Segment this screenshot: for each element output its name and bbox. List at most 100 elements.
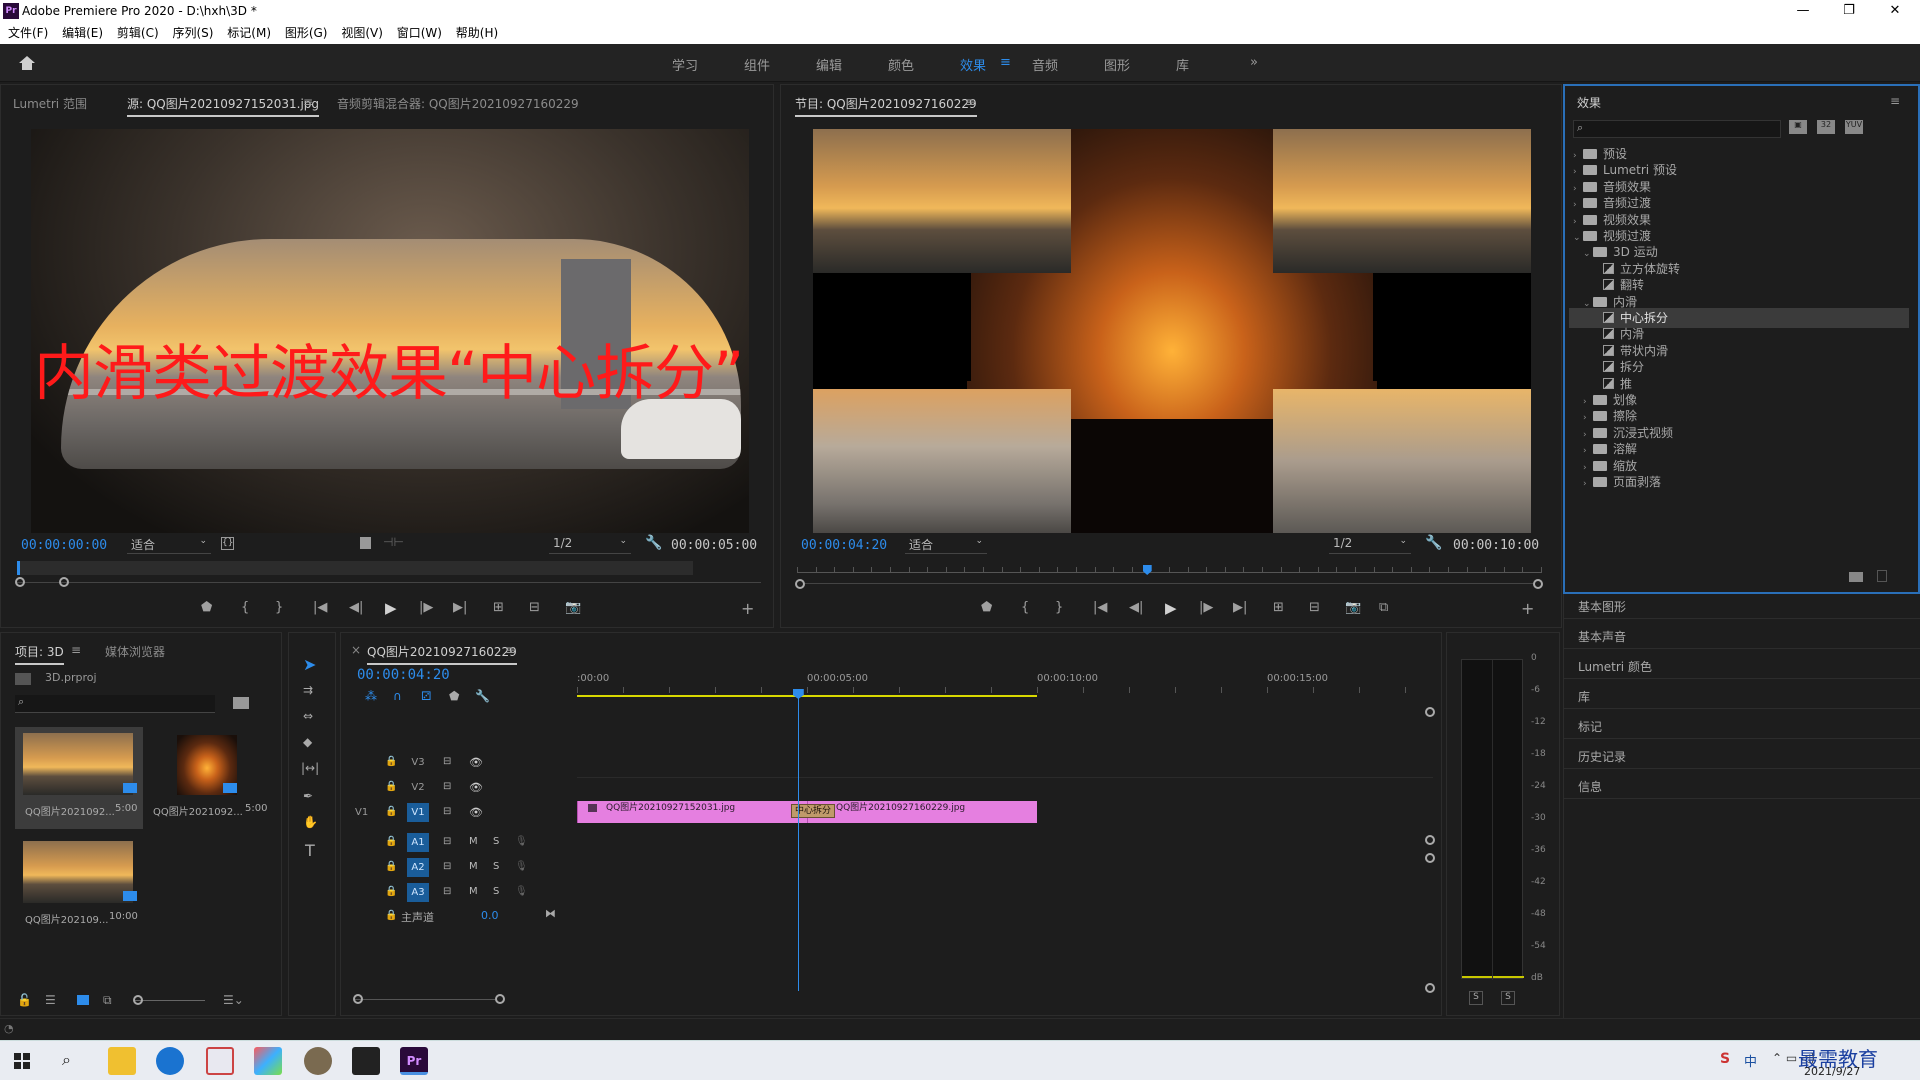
type-tool-icon[interactable]: T	[305, 841, 315, 860]
lock-track-icon[interactable]: 🔒	[385, 861, 397, 872]
delete-icon[interactable]	[1877, 570, 1887, 582]
panel-markers[interactable]: 标记	[1578, 718, 1602, 735]
v-scroll-handle-audio[interactable]	[1425, 853, 1435, 863]
file-explorer-icon[interactable]	[108, 1047, 136, 1075]
freeform-view-icon[interactable]: ⧉	[103, 993, 112, 1008]
step-forward-button[interactable]: |▶	[419, 600, 433, 615]
source-timecode[interactable]: 00:00:00:00	[21, 538, 107, 553]
slip-tool-icon[interactable]: |↔|	[301, 761, 319, 775]
sync-lock-icon[interactable]: ⊟	[443, 861, 451, 872]
program-tab-menu-icon[interactable]: ≡	[965, 95, 975, 109]
panel-info[interactable]: 信息	[1578, 778, 1602, 795]
tab-source[interactable]: 源: QQ图片20210927152031.jpg	[127, 95, 320, 117]
h-scroll-handle-left[interactable]	[353, 994, 363, 1004]
menu-help[interactable]: 帮助(H)	[456, 22, 498, 44]
edge-browser-icon[interactable]	[156, 1047, 184, 1075]
razor-tool-icon[interactable]: ◆	[303, 735, 312, 749]
program-settings-wrench-icon[interactable]: 🔧	[1425, 535, 1442, 551]
settings-wrench-icon[interactable]: 🔧	[645, 535, 662, 551]
lock-track-icon[interactable]: 🔒	[385, 910, 397, 921]
hand-tool-icon[interactable]: ✋	[303, 815, 318, 829]
workspace-effects[interactable]: 效果	[960, 55, 986, 74]
program-mark-out-button[interactable]: }	[1055, 600, 1063, 615]
accelerated-effects-icon[interactable]: ▣	[1789, 120, 1807, 134]
windows-start-icon[interactable]	[14, 1053, 30, 1069]
workspace-audio[interactable]: 音频	[1032, 55, 1058, 74]
effects-panel-menu-icon[interactable]: ≡	[1890, 94, 1900, 108]
source-zoom-bar[interactable]	[17, 582, 761, 583]
mute-button[interactable]: M	[469, 836, 478, 847]
program-fit-dropdown[interactable]: 适合 ⌄	[905, 536, 987, 554]
sogou-ime-icon[interactable]: S	[1720, 1051, 1730, 1067]
timeline-playhead-line[interactable]	[797, 691, 799, 991]
timeline-clip[interactable]: QQ图片20210927160229.jpg	[807, 801, 1037, 823]
sync-lock-icon[interactable]: ⊟	[443, 836, 451, 847]
premiere-taskbar-icon[interactable]: Pr	[400, 1047, 428, 1075]
workspace-more-icon[interactable]: »	[1250, 55, 1258, 70]
master-volume-value[interactable]: 0.0	[481, 909, 499, 922]
program-export-frame-icon[interactable]: 📷	[1345, 600, 1361, 615]
export-frame-icon[interactable]: 📷	[565, 600, 581, 615]
track-target-toggle[interactable]: V3	[407, 753, 429, 772]
insert-button[interactable]: ⊞	[493, 600, 504, 615]
timeline-clip[interactable]: QQ图片20210927152031.jpg	[577, 801, 807, 823]
colorful-app-icon[interactable]	[254, 1047, 282, 1075]
workspace-menu-icon[interactable]: ≡	[1000, 55, 1011, 70]
tab-media-browser[interactable]: 媒体浏览器	[105, 643, 165, 660]
thumb-size-slider-handle[interactable]	[133, 995, 143, 1005]
sort-icons-icon[interactable]: ☰⌄	[223, 993, 244, 1007]
zoom-handle-left[interactable]	[15, 577, 25, 587]
new-bin-from-search-icon[interactable]	[233, 697, 249, 709]
program-add-marker-button[interactable]: ⬟	[981, 600, 992, 615]
list-view-icon[interactable]: ☰	[45, 993, 56, 1007]
drag-audio-icon[interactable]: ⊣⊢	[383, 535, 404, 549]
eye-icon[interactable]: 👁	[469, 806, 483, 819]
go-to-in-out-icon[interactable]: ⧓	[545, 907, 556, 920]
source-resolution-dropdown[interactable]: 1/2 ⌄	[549, 536, 631, 554]
home-icon[interactable]	[18, 55, 36, 71]
lock-track-icon[interactable]: 🔒	[385, 836, 397, 847]
mark-out-button[interactable]: }	[275, 600, 283, 615]
close-button[interactable]: ✕	[1872, 0, 1918, 22]
yuv-effects-icon[interactable]: YUV	[1845, 120, 1863, 134]
chevron-right-icon[interactable]: ›	[1583, 474, 1593, 494]
go-to-out-button[interactable]: ▶|	[453, 600, 467, 615]
thumb-size-slider[interactable]	[135, 1000, 205, 1001]
menu-marker[interactable]: 标记(M)	[227, 22, 271, 44]
program-zoom-bar[interactable]	[805, 583, 1533, 584]
program-step-back-button[interactable]: ◀|	[1129, 600, 1143, 615]
tab-program[interactable]: 节目: QQ图片20210927160229	[795, 95, 977, 117]
tab-project[interactable]: 项目: 3D	[15, 643, 64, 665]
lock-track-icon[interactable]: 🔒	[385, 886, 397, 897]
solo-button[interactable]: S	[493, 861, 499, 872]
program-go-to-out-button[interactable]: ▶|	[1233, 600, 1247, 615]
snipping-tool-icon[interactable]	[206, 1047, 234, 1075]
comparison-view-button[interactable]: ⧉	[1379, 600, 1388, 615]
source-patch-label[interactable]: V1	[355, 807, 368, 818]
eye-icon[interactable]: 👁	[469, 781, 483, 794]
lock-track-icon[interactable]: 🔒	[385, 756, 397, 767]
32bit-effects-icon[interactable]: 32	[1817, 120, 1835, 134]
minimize-button[interactable]: —	[1780, 0, 1826, 22]
menu-edit[interactable]: 编辑(E)	[62, 22, 103, 44]
solo-right-button[interactable]: S	[1501, 991, 1515, 1005]
panel-essential-graphics[interactable]: 基本图形	[1578, 598, 1626, 615]
overwrite-button[interactable]: ⊟	[529, 600, 540, 615]
add-marker-button[interactable]: ⬟	[201, 600, 212, 615]
pen-tool-icon[interactable]: ✒	[303, 789, 313, 803]
step-back-button[interactable]: ◀|	[349, 600, 363, 615]
effects-folder-item[interactable]: › 页面剥落	[1569, 472, 1909, 492]
menu-graphics[interactable]: 图形(G)	[285, 22, 328, 44]
track-target-toggle[interactable]: V2	[407, 778, 429, 797]
v-scroll-handle-bottom[interactable]	[1425, 983, 1435, 993]
track-target-toggle[interactable]: A2	[407, 858, 429, 877]
track-target-toggle[interactable]: A3	[407, 883, 429, 902]
extract-button[interactable]: ⊟	[1309, 600, 1320, 615]
lock-icon[interactable]: 🔓	[17, 993, 32, 1007]
workspace-assembly[interactable]: 组件	[744, 55, 770, 74]
panel-libraries[interactable]: 库	[1578, 688, 1590, 705]
add-button-program[interactable]: +	[1521, 599, 1534, 618]
mute-button[interactable]: M	[469, 861, 478, 872]
menu-clip[interactable]: 剪辑(C)	[117, 22, 159, 44]
workspace-libraries[interactable]: 库	[1176, 55, 1189, 74]
